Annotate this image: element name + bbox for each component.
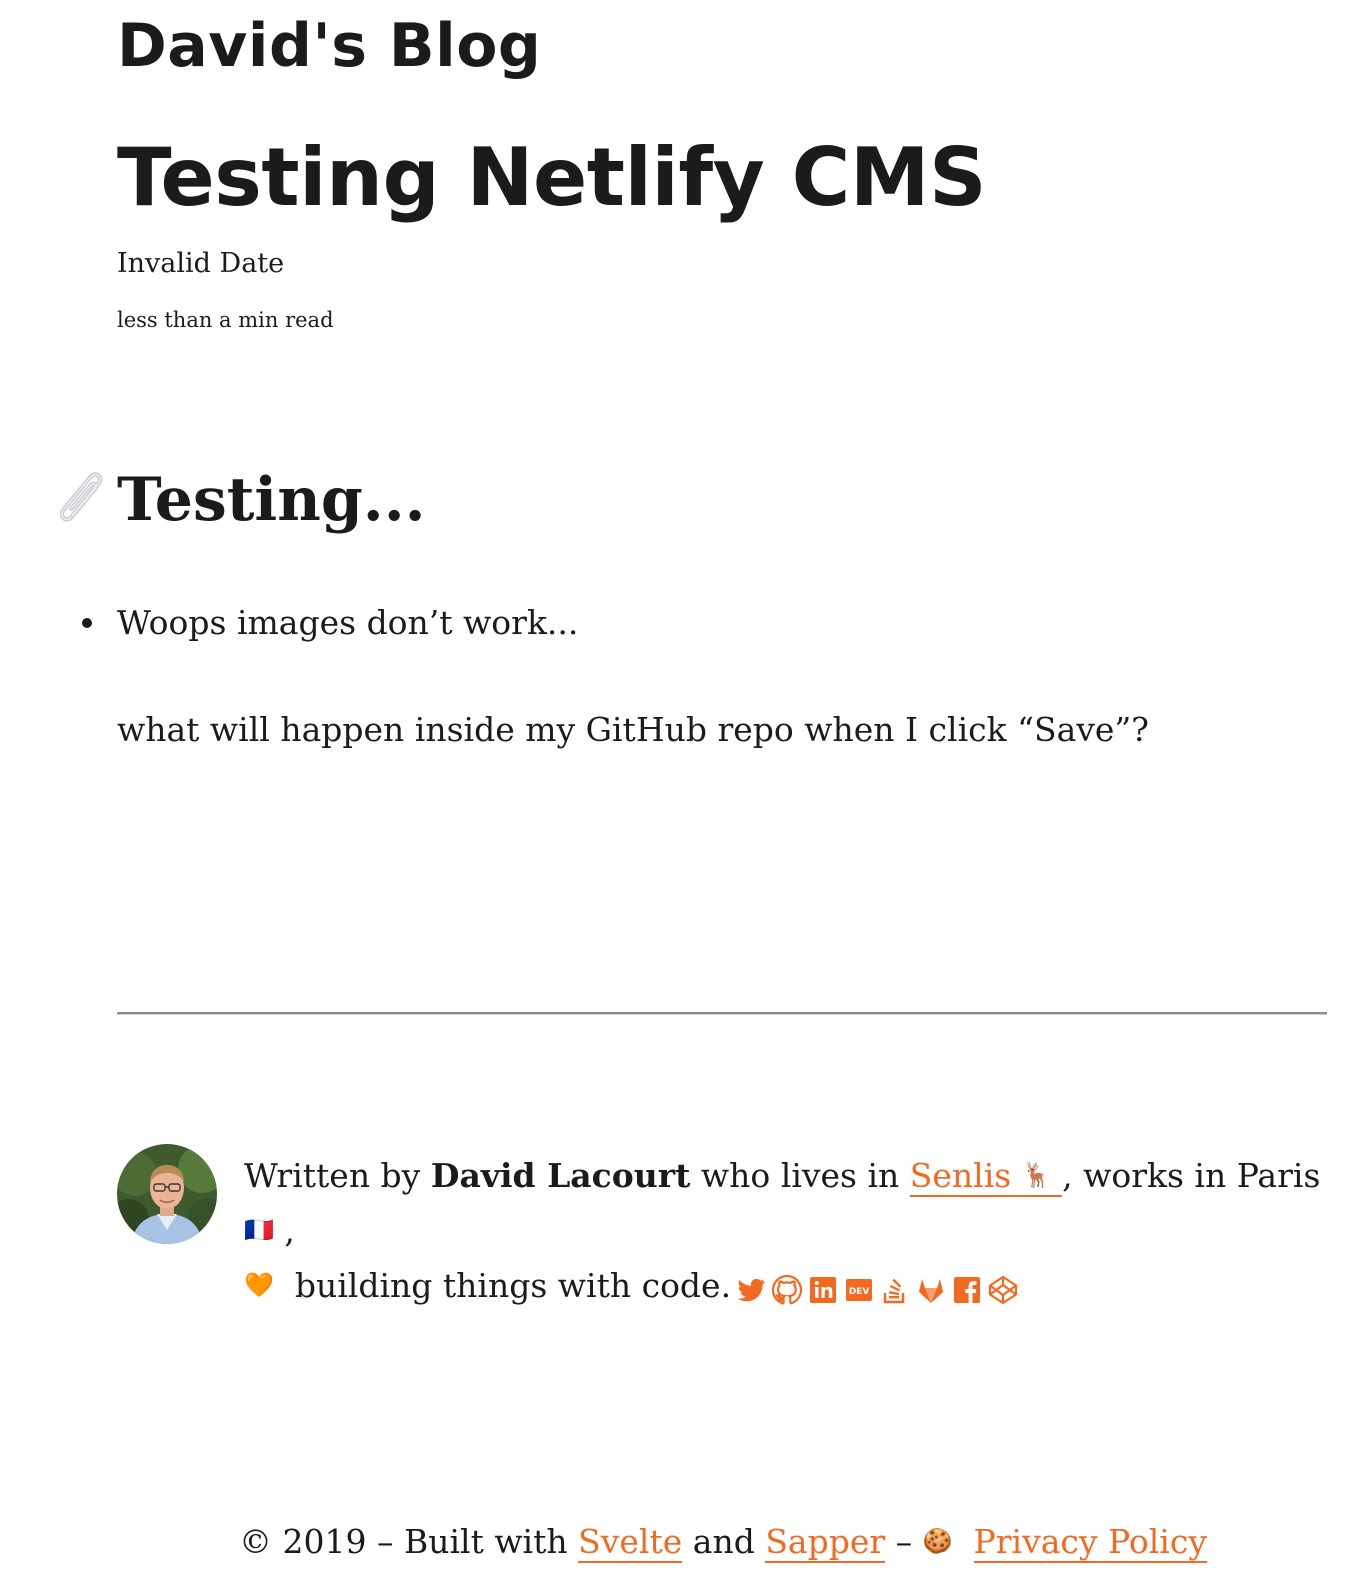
author-name: David Lacourt	[430, 1156, 691, 1195]
author-bio: Written by David Lacourt who lives in Se…	[244, 1148, 1324, 1315]
codepen-icon[interactable]	[987, 1274, 1019, 1306]
post-paragraph: what will happen inside my GitHub repo w…	[117, 710, 1149, 749]
section-heading: Testing...	[117, 465, 426, 535]
post-title: Testing Netlify CMS	[117, 131, 987, 224]
privacy-policy-link[interactable]: Privacy Policy	[973, 1522, 1207, 1563]
orange-heart-icon: 🧡	[244, 1271, 274, 1299]
copyright-text: © 2019 – Built with	[239, 1522, 568, 1561]
dev-icon[interactable]: DEV	[843, 1274, 875, 1306]
lives-in-text: who lives in	[700, 1156, 900, 1195]
dash-text: –	[895, 1522, 913, 1561]
france-flag-icon: 🇫🇷	[244, 1216, 274, 1244]
facebook-icon[interactable]	[951, 1274, 983, 1306]
divider	[117, 1012, 1327, 1014]
twitter-icon[interactable]	[735, 1274, 767, 1306]
building-text: building things with code.	[294, 1266, 732, 1305]
svg-text:DEV: DEV	[849, 1287, 870, 1297]
list-item-text: Woops images don’t work...	[117, 603, 579, 642]
bullet-dot	[82, 618, 92, 628]
works-in-text: , works in Paris	[1062, 1156, 1321, 1195]
post-date: Invalid Date	[117, 248, 285, 279]
gitlab-icon[interactable]	[915, 1274, 947, 1306]
footer: © 2019 – Built with Svelte and Sapper – …	[0, 1518, 1370, 1565]
sapper-link[interactable]: Sapper	[765, 1522, 886, 1563]
github-icon[interactable]	[771, 1274, 803, 1306]
written-by-text: Written by	[244, 1156, 421, 1195]
senlis-link[interactable]: Senlis 🦌	[909, 1156, 1063, 1197]
stackoverflow-icon[interactable]	[879, 1274, 911, 1306]
senlis-link-label: Senlis	[909, 1156, 1012, 1195]
read-time: less than a min read	[117, 308, 334, 332]
svelte-link[interactable]: Svelte	[578, 1522, 683, 1563]
paperclip-icon[interactable]	[52, 466, 114, 528]
linkedin-icon[interactable]	[807, 1274, 839, 1306]
deer-icon: 🦌	[1021, 1161, 1052, 1189]
list-item: Woops images don’t work...	[82, 600, 579, 646]
bullet-list: Woops images don’t work...	[82, 600, 579, 646]
site-title[interactable]: David's Blog	[117, 10, 541, 82]
and-text: and	[692, 1522, 755, 1561]
cookie-icon: 🍪	[922, 1527, 953, 1555]
avatar	[117, 1144, 217, 1244]
social-links: DEV	[735, 1260, 1023, 1315]
comma-text: ,	[284, 1211, 295, 1250]
